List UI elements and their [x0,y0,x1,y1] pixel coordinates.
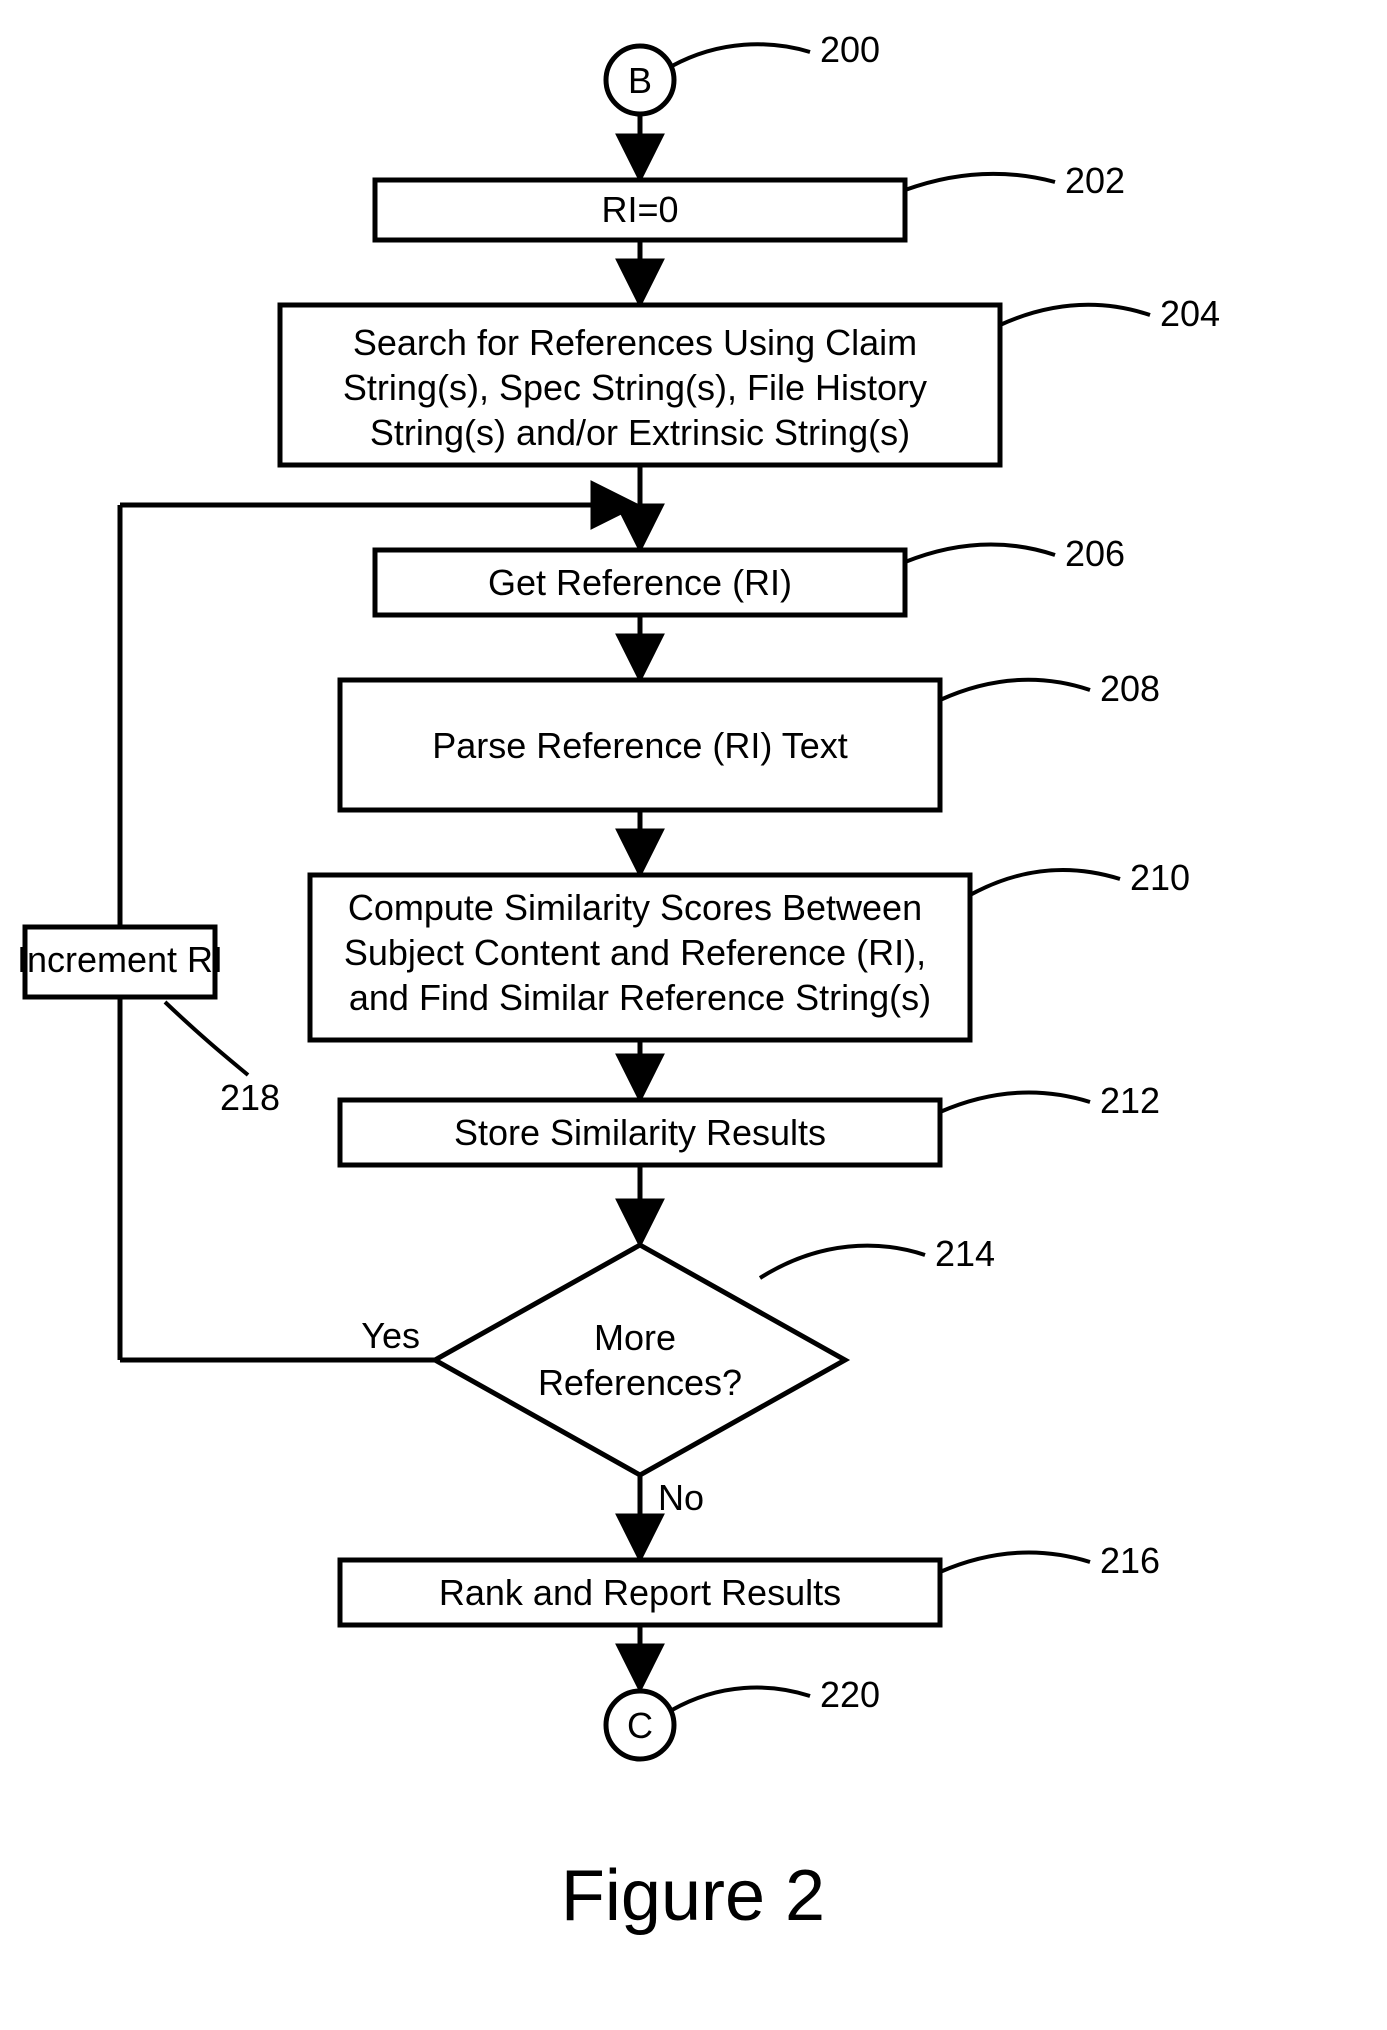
node-218-text: Increment RI [17,939,223,980]
node-208-text: Parse Reference (RI) Text [432,725,848,766]
figure-label: Figure 2 [561,1856,825,1936]
ref-204: 204 [1160,293,1220,334]
ref-200: 200 [820,29,880,70]
node-214-decision [435,1245,845,1475]
connector-start-label: B [628,60,652,101]
ref-216: 216 [1100,1540,1160,1581]
node-216-text: Rank and Report Results [439,1572,841,1613]
ref-202: 202 [1065,160,1125,201]
connector-end-label: C [627,1705,653,1746]
ref-208: 208 [1100,668,1160,709]
flowchart: B 200 RI=0 202 Search for References Usi… [0,0,1387,2030]
ref-206: 206 [1065,533,1125,574]
ref-218: 218 [220,1077,280,1118]
branch-no: No [658,1477,704,1518]
node-210-text: Compute Similarity Scores Between Subjec… [344,887,936,1018]
ref-212: 212 [1100,1080,1160,1121]
ref-214: 214 [935,1233,995,1274]
node-206-text: Get Reference (RI) [488,562,792,603]
ref-220: 220 [820,1674,880,1715]
node-202-text: RI=0 [601,189,678,230]
ref-210: 210 [1130,857,1190,898]
branch-yes: Yes [361,1315,420,1356]
node-212-text: Store Similarity Results [454,1112,826,1153]
node-204-text: Search for References Using Claim String… [343,322,937,453]
